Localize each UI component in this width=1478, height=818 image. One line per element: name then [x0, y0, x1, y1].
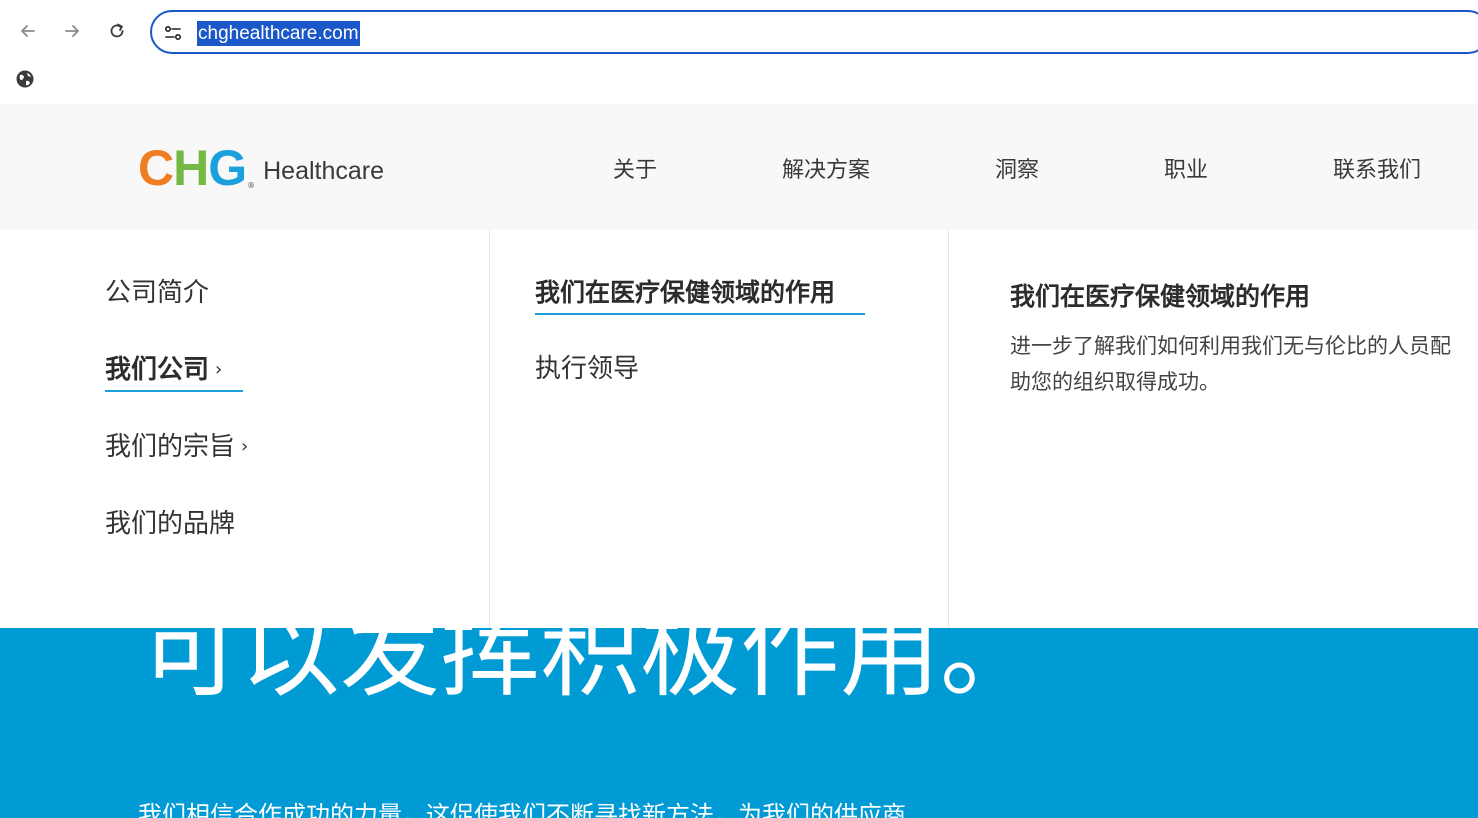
globe-icon[interactable]	[15, 69, 35, 89]
nav-item-careers[interactable]: 职业	[1164, 156, 1208, 186]
bookmark-bar	[0, 62, 1478, 104]
forward-button[interactable]	[57, 16, 87, 46]
menu-item-our-purpose[interactable]: 我们的宗旨 ›	[105, 429, 248, 465]
feature-description-line: 进一步了解我们如何利用我们无与伦比的人员配	[1010, 334, 1451, 358]
feature-description: 进一步了解我们如何利用我们无与伦比的人员配 助您的组织取得成功。	[1010, 328, 1478, 400]
nav-item-insights[interactable]: 洞察	[995, 156, 1039, 186]
nav-item-solutions[interactable]: 解决方案	[782, 156, 870, 186]
column-divider	[948, 230, 949, 628]
column-divider	[489, 230, 490, 628]
menu-item-label: 我们公司	[105, 355, 210, 385]
menu-item-company-overview[interactable]: 公司简介	[105, 275, 209, 311]
menu-item-our-company[interactable]: 我们公司 ›	[105, 352, 222, 388]
nav-item-about[interactable]: 关于	[613, 156, 657, 186]
chevron-right-icon: ›	[215, 359, 223, 380]
hero-subtext: 我们相信合作成功的力量，这促使我们不断寻找新方法，为我们的供应商	[138, 801, 906, 818]
logo-wordmark: Healthcare	[263, 157, 385, 185]
arrow-right-icon	[65, 25, 79, 37]
nav-item-contact[interactable]: 联系我们	[1333, 156, 1421, 186]
address-bar[interactable]: chghealthcare.com	[150, 10, 1478, 54]
url-text[interactable]: chghealthcare.com	[197, 21, 360, 46]
arrow-left-icon	[21, 25, 35, 37]
registered-mark: ®	[247, 181, 256, 190]
menu-item-role-in-healthcare[interactable]: 我们在医疗保健领域的作用	[535, 275, 835, 311]
menu-item-our-brands[interactable]: 我们的品牌	[105, 506, 235, 542]
reload-icon	[110, 23, 124, 38]
chg-healthcare-logo[interactable]: CHG ® Healthcare	[138, 140, 385, 196]
menu-item-executive-leadership[interactable]: 执行领导	[535, 351, 639, 387]
mega-menu: 公司简介 我们公司 › 我们的宗旨 › 我们的品牌 我们在医疗保健领域的作用 执行领…	[0, 230, 1478, 628]
back-button[interactable]	[13, 16, 43, 46]
reload-button[interactable]	[102, 16, 132, 46]
hero-heading: 可以发挥积极作用。	[140, 628, 1040, 711]
browser-toolbar: chghealthcare.com	[0, 0, 1478, 62]
feature-title[interactable]: 我们在医疗保健领域的作用	[1010, 280, 1310, 314]
tune-icon[interactable]	[162, 22, 184, 44]
feature-description-line: 助您的组织取得成功。	[1010, 370, 1220, 394]
active-underline	[105, 390, 243, 392]
active-underline	[535, 313, 865, 315]
chevron-right-icon: ›	[241, 436, 249, 457]
menu-item-label: 我们的宗旨	[105, 432, 236, 462]
logo-mark: CHG	[138, 140, 247, 196]
site-header: CHG ® Healthcare 关于 解决方案 洞察 职业 联系我们	[0, 104, 1478, 230]
hero-section: 可以发挥积极作用。 我们相信合作成功的力量，这促使我们不断寻找新方法，为我们的供…	[0, 628, 1478, 818]
